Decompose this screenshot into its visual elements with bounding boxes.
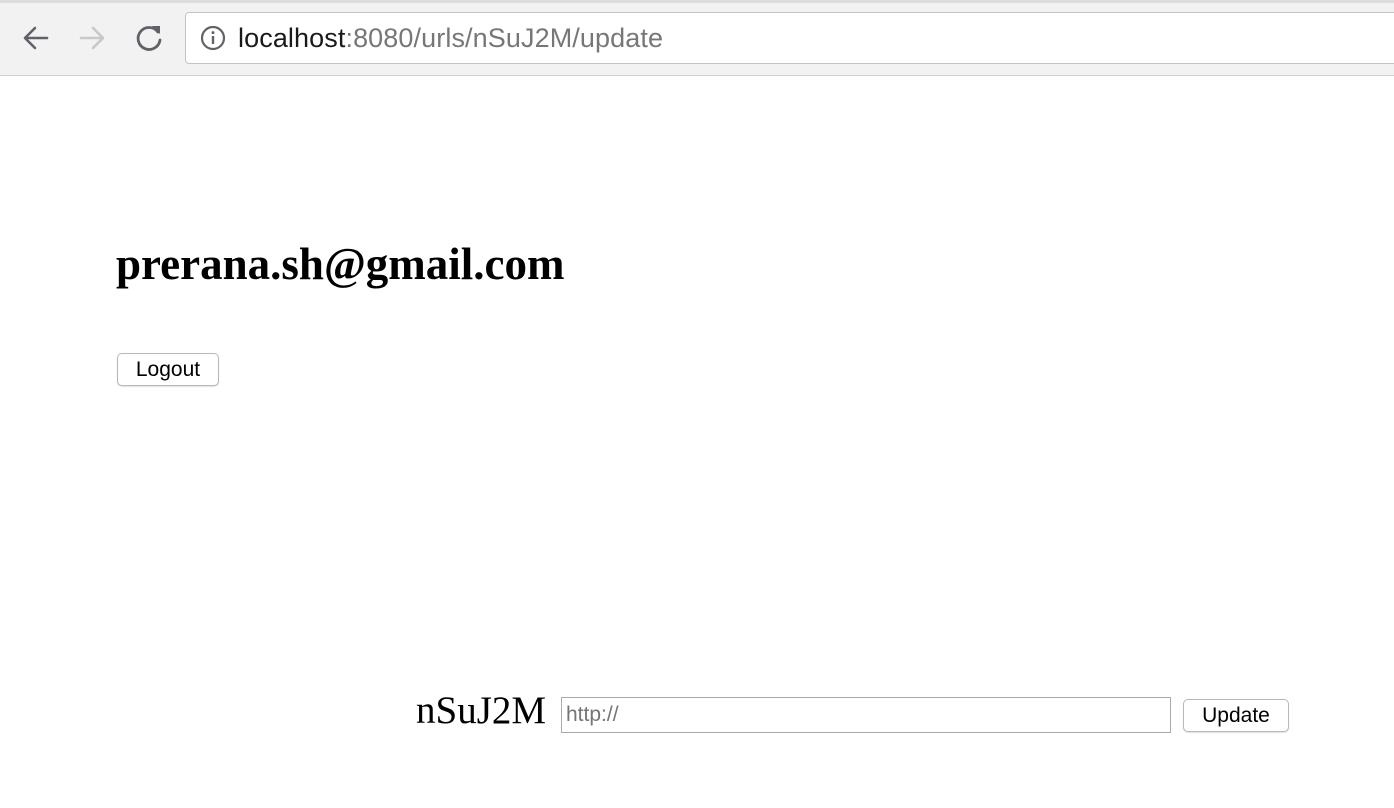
forward-button[interactable]: [74, 20, 110, 56]
arrow-right-icon: [79, 26, 105, 50]
reload-button[interactable]: [131, 20, 167, 56]
back-button[interactable]: [18, 20, 54, 56]
short-url-code: nSuJ2M: [416, 689, 547, 732]
reload-icon: [136, 26, 162, 51]
url-text: localhost:8080/urls/nSuJ2M/update: [238, 23, 663, 54]
browser-toolbar: localhost:8080/urls/nSuJ2M/update: [0, 0, 1394, 76]
update-button[interactable]: Update: [1183, 699, 1289, 732]
info-icon[interactable]: [200, 25, 226, 51]
tab-strip: [0, 0, 1394, 3]
arrow-left-icon: [23, 26, 49, 50]
user-email-heading: prerana.sh@gmail.com: [116, 239, 565, 289]
url-path: :8080/urls/nSuJ2M/update: [345, 22, 664, 53]
url-host: localhost: [238, 22, 346, 53]
logout-button[interactable]: Logout: [117, 353, 219, 386]
address-bar[interactable]: localhost:8080/urls/nSuJ2M/update: [185, 12, 1394, 64]
long-url-input[interactable]: [561, 697, 1171, 733]
